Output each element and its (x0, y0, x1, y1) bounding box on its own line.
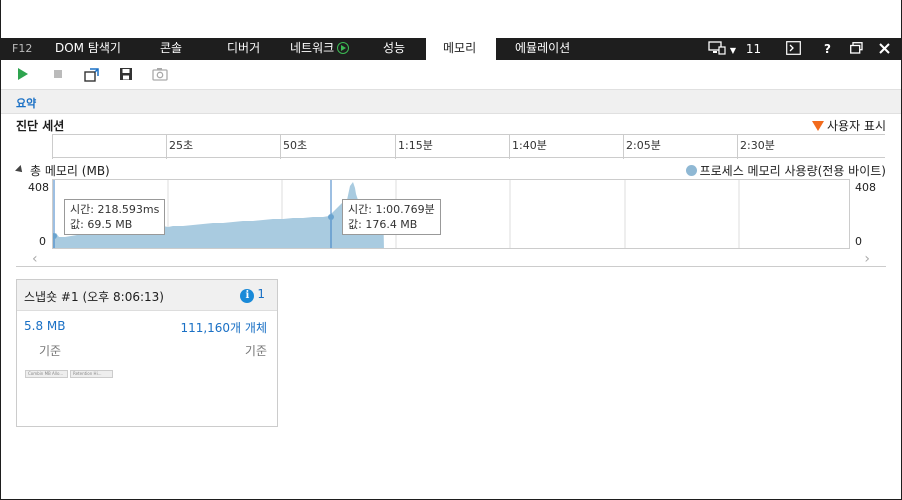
window-frame (0, 0, 902, 500)
